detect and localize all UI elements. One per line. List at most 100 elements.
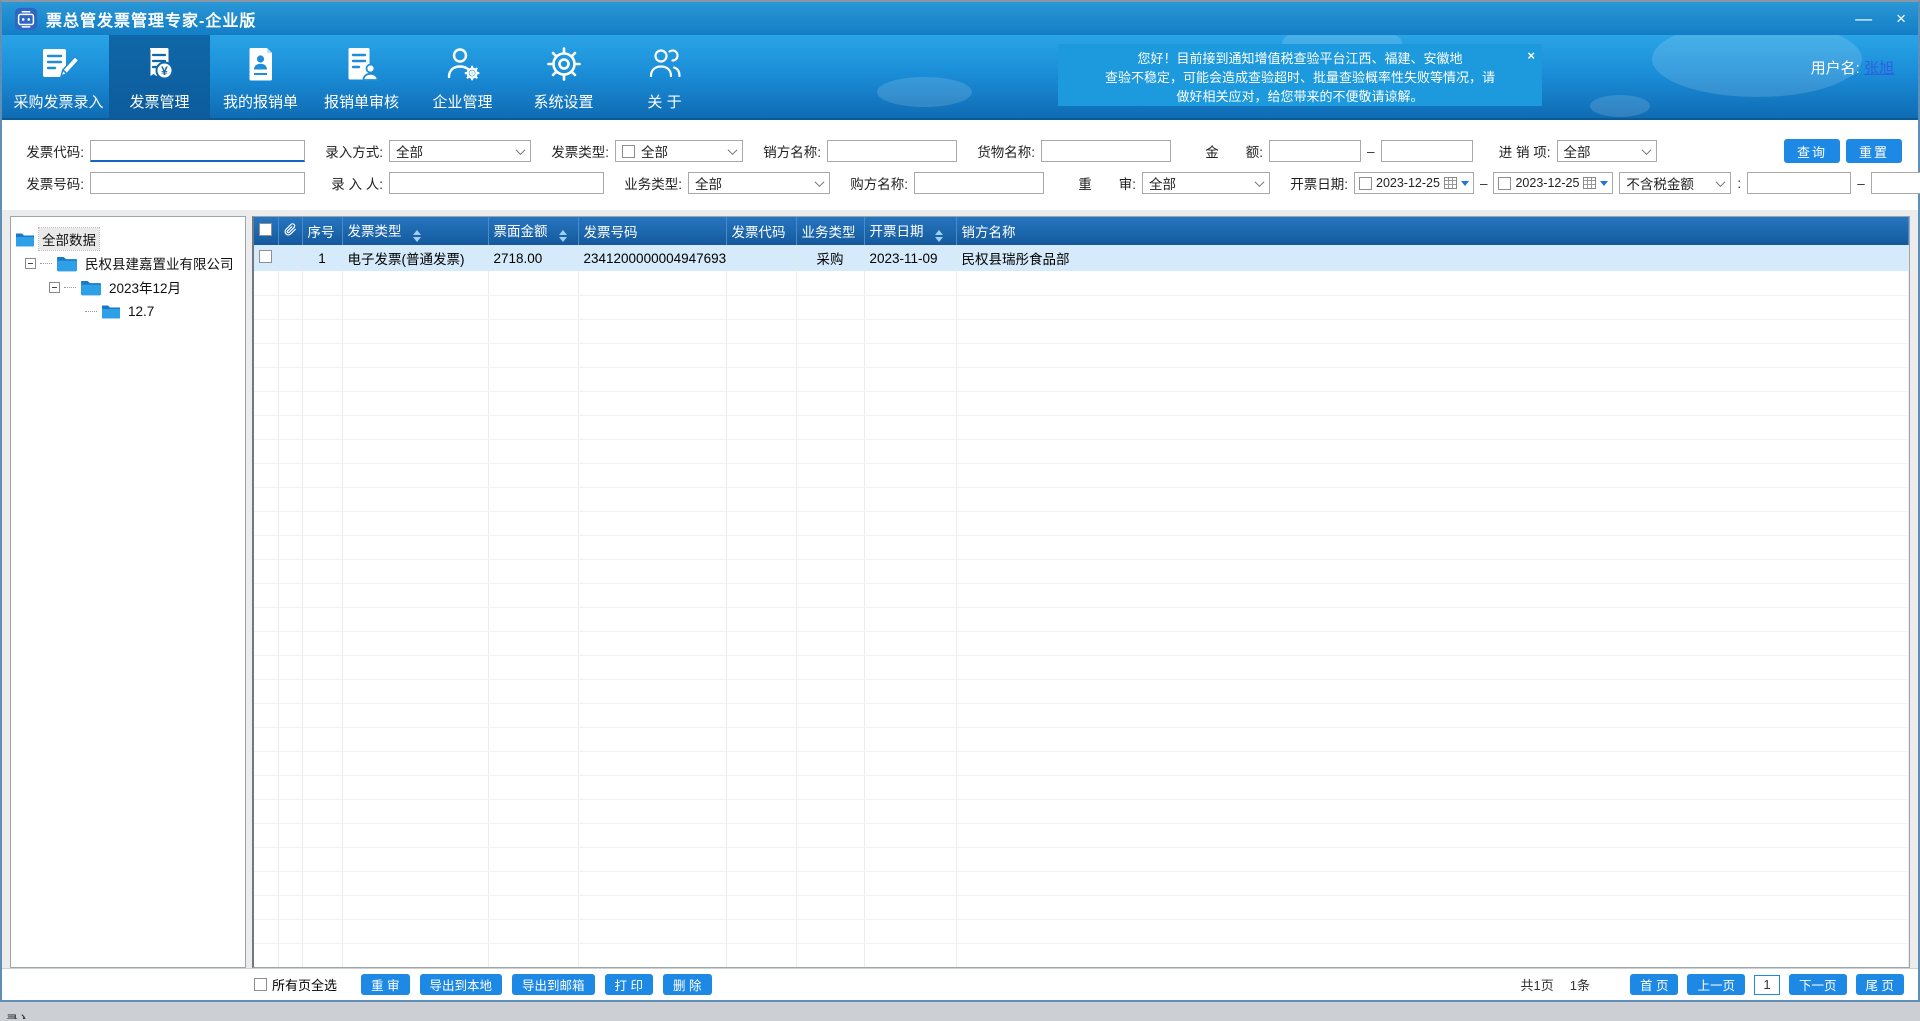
- reset-button[interactable]: 重置: [1846, 139, 1902, 163]
- table-empty-row: [254, 367, 1909, 391]
- folder-icon: [15, 231, 35, 247]
- sort-icon: [559, 230, 567, 242]
- last-page-button[interactable]: 尾 页: [1856, 974, 1904, 995]
- folder-icon: [56, 254, 78, 272]
- date-to-checkbox[interactable]: [1498, 177, 1511, 190]
- invoice-date-to-picker[interactable]: 2023-12-25: [1493, 172, 1613, 194]
- tree-collapse-icon[interactable]: [25, 258, 36, 269]
- column-header-invoice-type[interactable]: 发票类型: [342, 217, 488, 245]
- invoice-table-panel: 序号 发票类型 票面金额 发票号码 发票代码 业务类型: [252, 216, 1910, 968]
- tree-connector: [40, 263, 52, 264]
- tab-about[interactable]: 关 于: [614, 35, 715, 118]
- export-local-button[interactable]: 导出到本地: [420, 974, 503, 995]
- system-settings-icon: [542, 42, 586, 86]
- notice-line: 做好相关应对，给您带来的不便敬请谅解。: [1058, 87, 1542, 106]
- tree-node-all-data[interactable]: 全部数据: [15, 227, 241, 251]
- cell-amount: 2718.00: [488, 245, 578, 271]
- table-empty-row: [254, 295, 1909, 319]
- goods-name-input[interactable]: [1041, 140, 1171, 162]
- tab-label: 系统设置: [533, 91, 593, 112]
- select-all-rows-checkbox[interactable]: [259, 223, 272, 236]
- notice-line: 您好！目前接到通知增值税查验平台江西、福建、安徽地: [1058, 49, 1542, 68]
- table-empty-row: [254, 679, 1909, 703]
- invoice-type-checkbox[interactable]: [622, 145, 635, 158]
- business-type-select[interactable]: 全部: [688, 172, 830, 194]
- notice-close-icon[interactable]: ×: [1527, 46, 1535, 65]
- search-button[interactable]: 查询: [1784, 139, 1840, 163]
- tree-node-company[interactable]: 民权县建嘉置业有限公司: [25, 251, 241, 275]
- select-all-pages[interactable]: 所有页全选: [254, 975, 337, 994]
- tab-purchase-invoice-entry[interactable]: 采购发票录入: [8, 35, 109, 118]
- tab-enterprise-management[interactable]: 企业管理: [412, 35, 513, 118]
- enterprise-management-icon: [441, 42, 485, 86]
- current-page-input[interactable]: [1754, 975, 1780, 995]
- about-icon: [643, 42, 687, 86]
- row-checkbox[interactable]: [259, 250, 272, 263]
- print-button[interactable]: 打 印: [605, 974, 653, 995]
- tree-node-day[interactable]: 12.7: [85, 299, 241, 323]
- buyer-name-input[interactable]: [914, 172, 1044, 194]
- select-all-pages-checkbox[interactable]: [254, 978, 267, 991]
- chevron-down-icon: [1716, 177, 1726, 187]
- export-email-button[interactable]: 导出到邮箱: [512, 974, 595, 995]
- tree-node-label: 民权县建嘉置业有限公司: [82, 252, 237, 274]
- close-button[interactable]: ×: [1896, 9, 1906, 29]
- next-page-button[interactable]: 下一页: [1789, 974, 1847, 995]
- prev-page-button[interactable]: 上一页: [1687, 974, 1745, 995]
- recheck-button[interactable]: 重 审: [361, 974, 409, 995]
- footer-bar: 所有页全选 重 审 导出到本地 导出到邮箱 打 印 删 除 共1页 1条 首 页…: [2, 968, 1918, 1000]
- table-empty-row: [254, 535, 1909, 559]
- invoice-date-from-picker[interactable]: 2023-12-25: [1354, 172, 1474, 194]
- minimize-button[interactable]: —: [1855, 9, 1872, 29]
- tab-my-reimbursement[interactable]: 我的报销单: [210, 35, 311, 118]
- svg-text:¥: ¥: [161, 63, 168, 77]
- tree-collapse-icon[interactable]: [49, 282, 60, 293]
- entry-person-label: 录 入 人:: [311, 173, 383, 193]
- seller-name-input[interactable]: [827, 140, 957, 162]
- entry-method-select[interactable]: 全部: [389, 140, 531, 162]
- first-page-button[interactable]: 首 页: [1630, 974, 1678, 995]
- tree-node-month[interactable]: 2023年12月: [49, 275, 241, 299]
- table-empty-row: [254, 487, 1909, 511]
- paperclip-icon: [284, 225, 297, 240]
- amount-to-input[interactable]: [1381, 140, 1473, 162]
- invoice-code-label: 发票代码:: [12, 141, 84, 161]
- decor-bubble: [877, 77, 972, 107]
- tab-label: 企业管理: [432, 91, 492, 112]
- entry-person-input[interactable]: [389, 172, 604, 194]
- chevron-down-icon: [516, 145, 526, 155]
- table-row[interactable]: 1 电子发票(普通发票) 2718.00 2341200000004947693…: [254, 245, 1909, 271]
- buyer-name-label: 购方名称:: [836, 173, 908, 193]
- calendar-icon: [1583, 177, 1596, 189]
- tax-amount-to-input[interactable]: [1871, 172, 1920, 194]
- tax-amount-from-input[interactable]: [1747, 172, 1851, 194]
- invoice-number-label: 发票号码:: [12, 173, 84, 193]
- invoice-code-input[interactable]: [90, 140, 305, 162]
- delete-button[interactable]: 删 除: [663, 974, 711, 995]
- date-from-checkbox[interactable]: [1359, 177, 1372, 190]
- folder-icon: [101, 303, 121, 319]
- user-info: 用户名: 张旭: [1811, 57, 1894, 78]
- app-logo-icon: [14, 7, 38, 31]
- purchase-invoice-entry-icon: [37, 42, 81, 86]
- amount-from-input[interactable]: [1269, 140, 1361, 162]
- column-header-invoice-number: 发票号码: [578, 217, 726, 245]
- tab-system-settings[interactable]: 系统设置: [513, 35, 614, 118]
- goods-name-label: 货物名称:: [963, 141, 1035, 161]
- username-link[interactable]: 张旭: [1864, 60, 1894, 77]
- tax-amount-type-select[interactable]: 不含税金额: [1619, 172, 1731, 194]
- table-empty-row: [254, 439, 1909, 463]
- recheck-select[interactable]: 全部: [1142, 172, 1270, 194]
- inout-select[interactable]: 全部: [1557, 140, 1657, 162]
- invoice-type-select[interactable]: 全部: [615, 140, 743, 162]
- notice-banner: × 您好！目前接到通知增值税查验平台江西、福建、安徽地 查验不稳定，可能会造成查…: [1058, 44, 1542, 106]
- sort-icon: [413, 230, 421, 242]
- tab-invoice-management[interactable]: ¥ 发票管理: [109, 35, 210, 118]
- column-header-date[interactable]: 开票日期: [864, 217, 956, 245]
- cell-date: 2023-11-09: [864, 245, 956, 271]
- column-header-amount[interactable]: 票面金额: [488, 217, 578, 245]
- filter-panel: 发票代码: 录入方式: 全部 发票类型: 全部 销方名称: 货物名称: 金 额:…: [2, 120, 1918, 210]
- tab-reimbursement-audit[interactable]: 报销单审核: [311, 35, 412, 118]
- chevron-down-icon: [815, 177, 825, 187]
- invoice-number-input[interactable]: [90, 172, 305, 194]
